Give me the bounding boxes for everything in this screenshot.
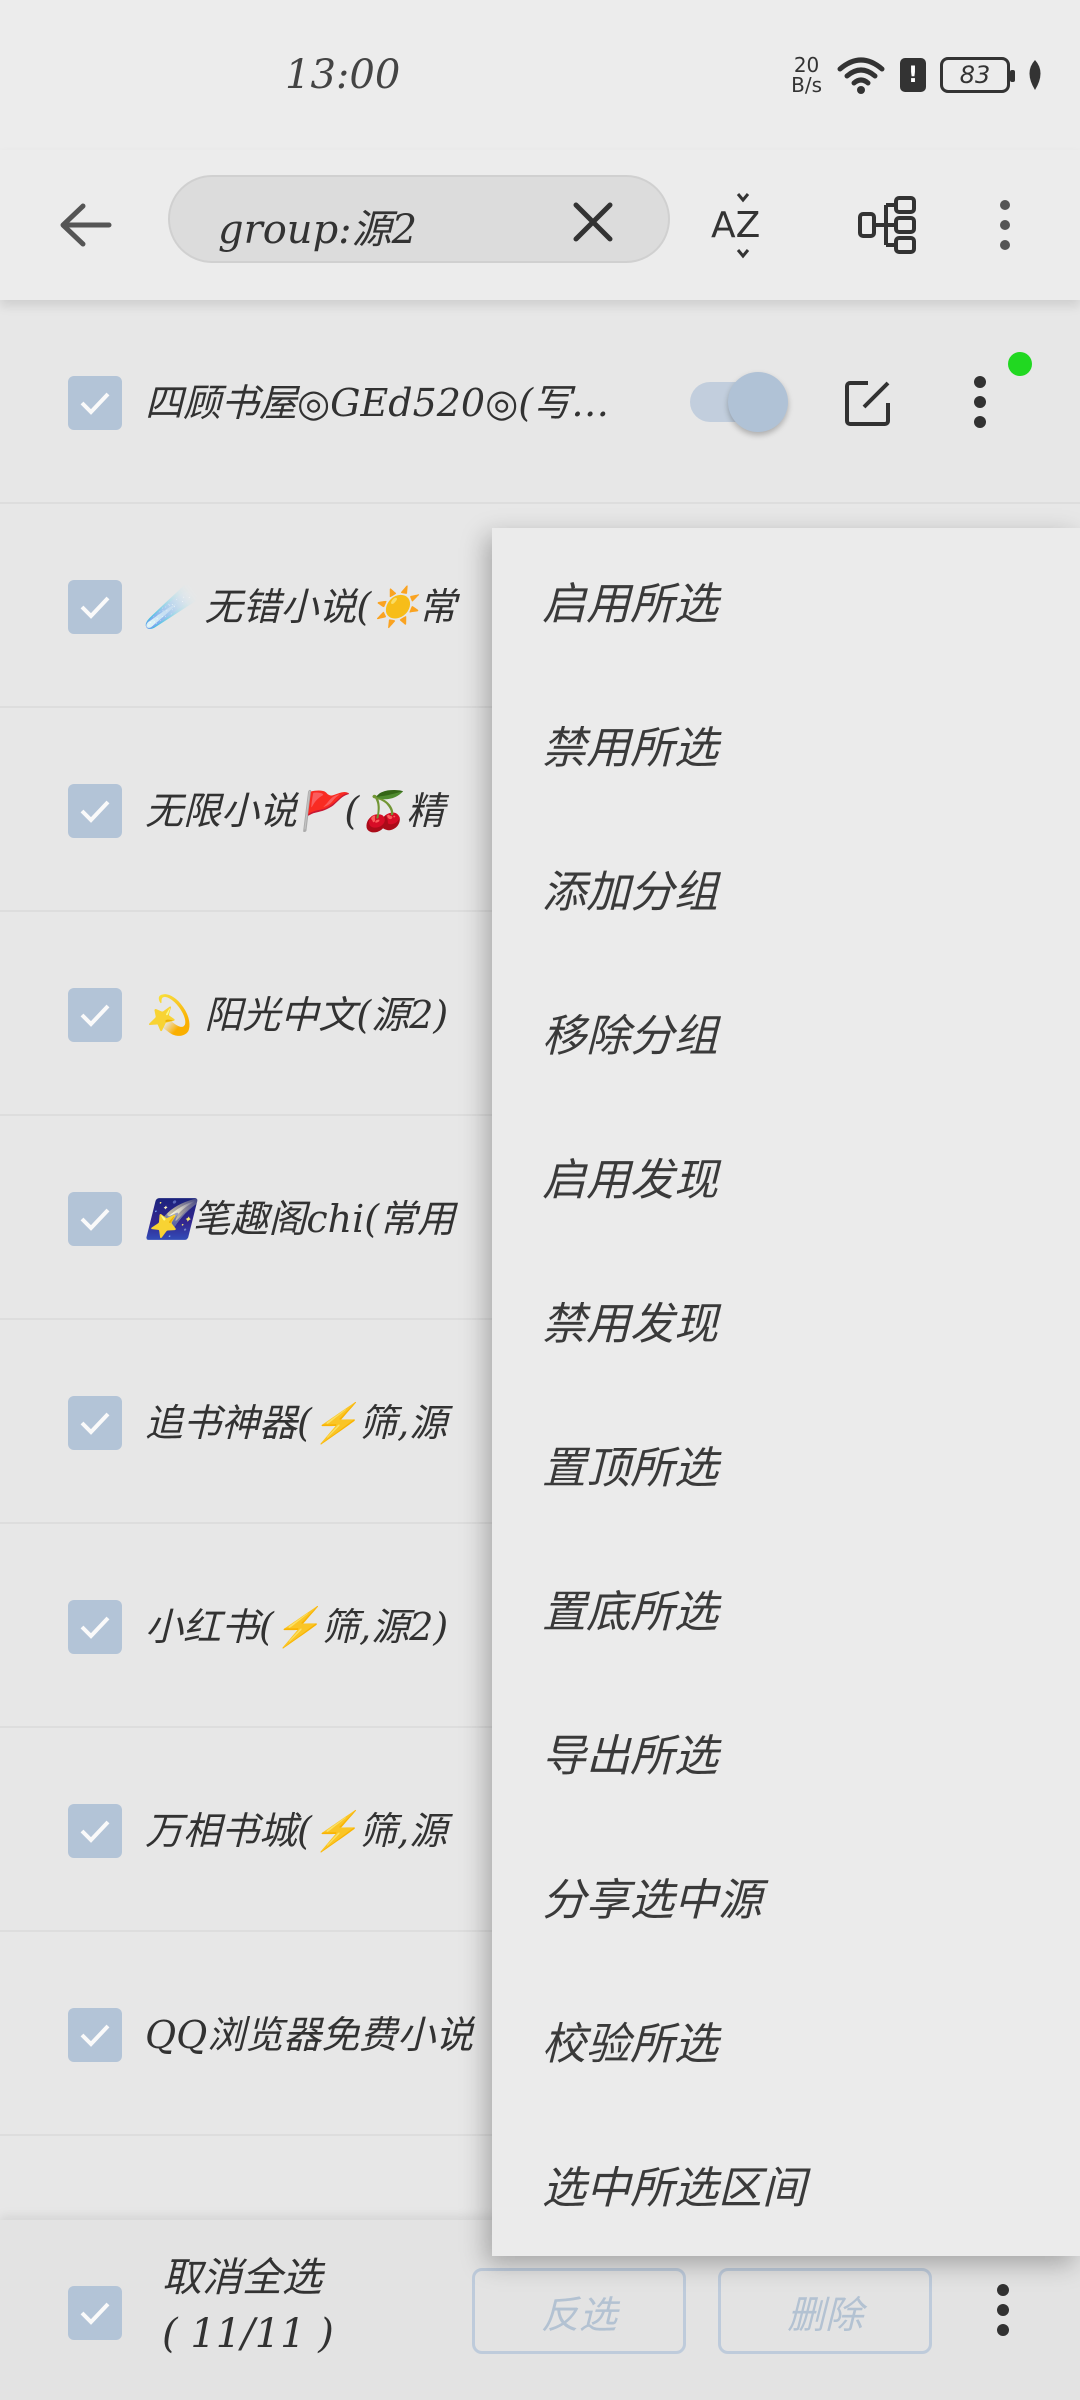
menu-item-export[interactable]: 导出所选	[492, 1680, 1080, 1824]
menu-item-verify[interactable]: 校验所选	[492, 1968, 1080, 2112]
network-speed-unit: B/s	[791, 73, 822, 97]
menu-item-share[interactable]: 分享选中源	[492, 1824, 1080, 1968]
leaf-icon	[1029, 60, 1041, 90]
menu-item-add-group[interactable]: 添加分组	[492, 816, 1080, 960]
status-icons: 20 B/s ! 83	[791, 55, 1046, 95]
menu-item-select-range[interactable]: 选中所选区间	[492, 2112, 1080, 2256]
search-input[interactable]: group:源2	[218, 197, 417, 255]
toolbar: group:源2 AZ	[0, 150, 1080, 300]
wifi-icon	[837, 57, 885, 94]
close-icon[interactable]	[568, 197, 618, 247]
menu-item-pin-bottom[interactable]: 置底所选	[492, 1536, 1080, 1680]
batch-action-menu: 启用所选 禁用所选 添加分组 移除分组 启用发现 禁用发现 置顶所选 置底所选 …	[492, 528, 1080, 2256]
menu-item-disable-explore[interactable]: 禁用发现	[492, 1248, 1080, 1392]
menu-item-enable-selected[interactable]: 启用所选	[492, 528, 1080, 672]
status-time: 13:00	[285, 52, 401, 98]
battery-level: 83	[959, 61, 991, 89]
battery-icon: 83	[940, 57, 1015, 93]
tree-structure-icon	[858, 196, 916, 254]
more-options-button[interactable]	[980, 190, 1030, 260]
group-button[interactable]	[852, 190, 922, 260]
menu-item-pin-top[interactable]: 置顶所选	[492, 1392, 1080, 1536]
arrow-left-icon	[60, 203, 112, 247]
search-box[interactable]: group:源2	[168, 175, 670, 263]
alert-icon: !	[900, 58, 926, 92]
network-speed-value: 20	[793, 53, 820, 77]
sort-az-icon: AZ	[711, 193, 760, 259]
menu-item-remove-group[interactable]: 移除分组	[492, 960, 1080, 1104]
menu-item-enable-explore[interactable]: 启用发现	[492, 1104, 1080, 1248]
sort-az-text: AZ	[711, 205, 760, 246]
network-speed: 20 B/s	[791, 55, 822, 95]
back-button[interactable]	[40, 185, 130, 265]
sort-button[interactable]: AZ	[708, 190, 778, 260]
status-bar: 13:00 20 B/s ! 83	[0, 0, 1080, 150]
menu-item-disable-selected[interactable]: 禁用所选	[492, 672, 1080, 816]
more-vert-icon	[1000, 200, 1010, 250]
